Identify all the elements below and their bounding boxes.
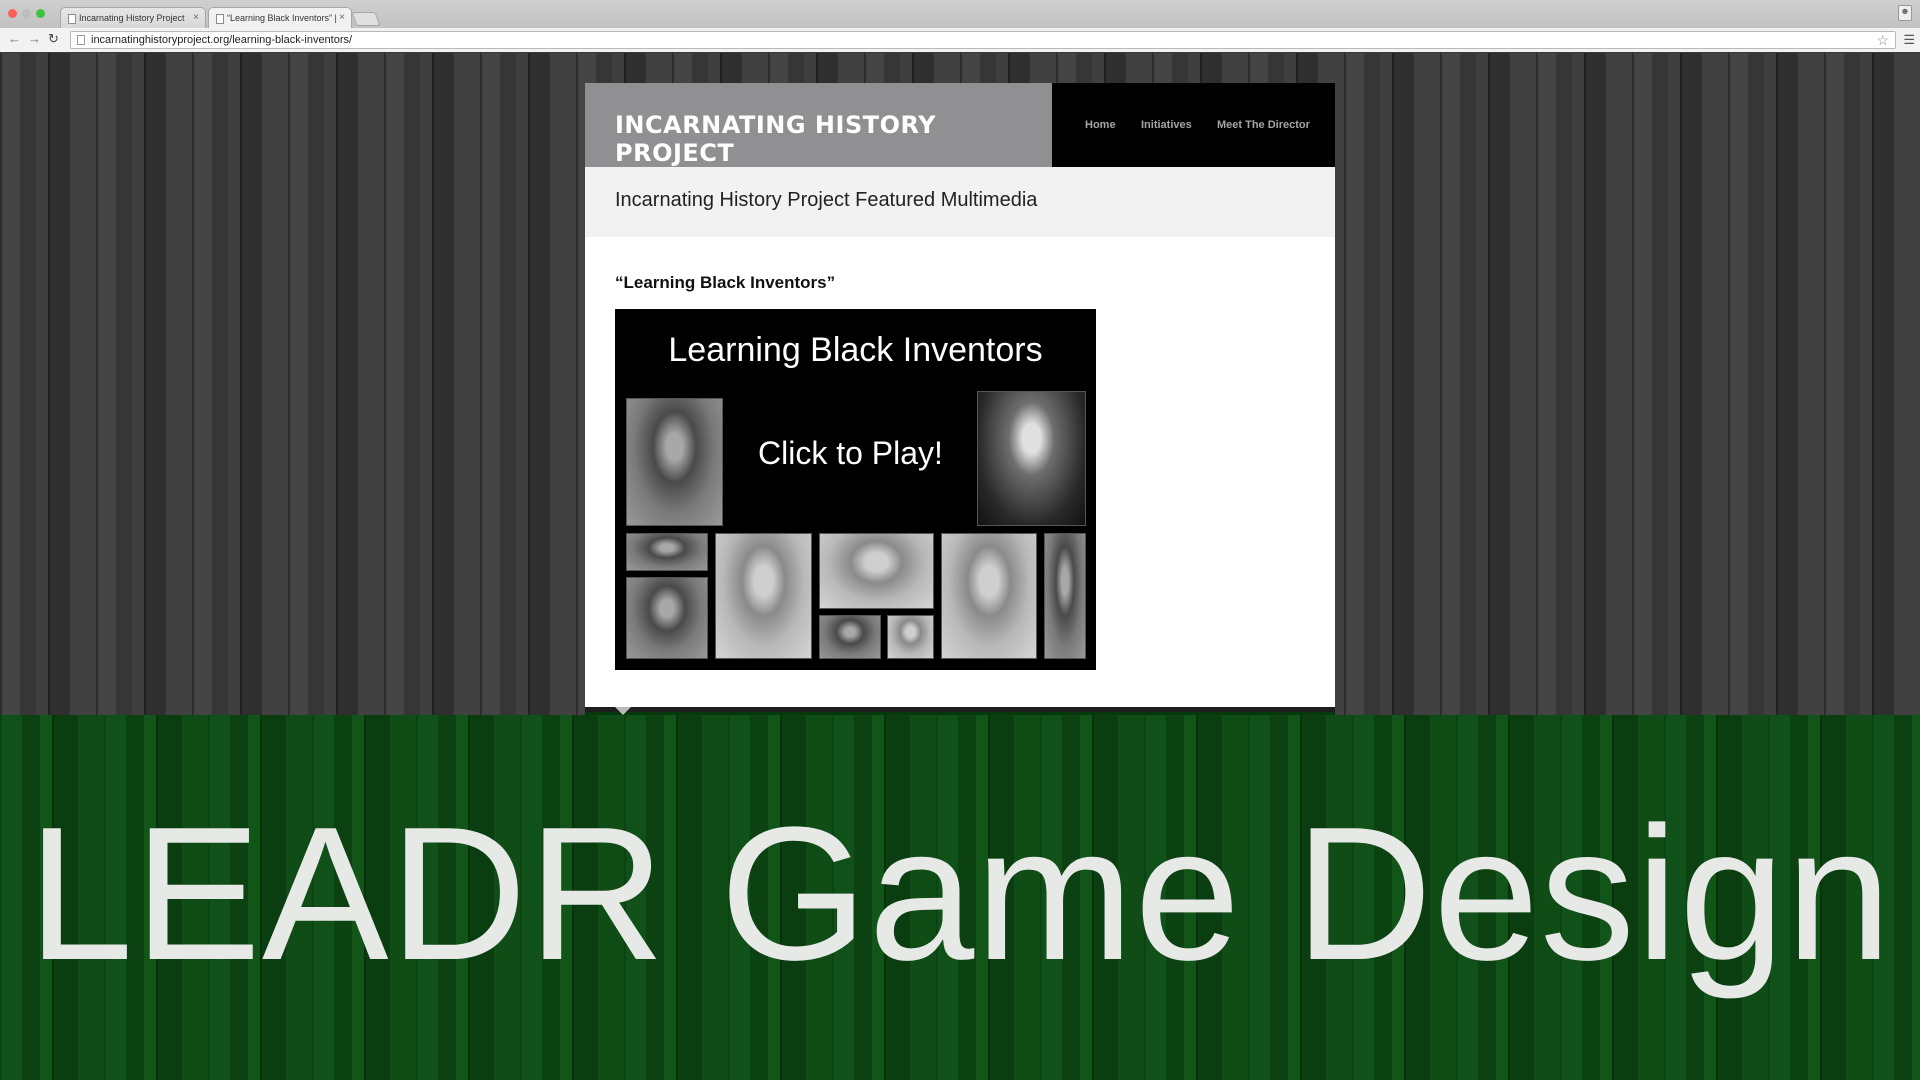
site-title-box: INCARNATING HISTORY PROJECT [585,83,1052,167]
reload-icon[interactable]: ↻ [48,31,59,47]
page-icon [216,14,224,24]
site-header: INCARNATING HISTORY PROJECT Home Initiat… [585,83,1335,167]
tab-incarnating-history[interactable]: Incarnating History Project × [60,7,206,28]
close-tab-icon[interactable]: × [339,12,345,23]
close-tab-icon[interactable]: × [193,12,199,23]
minimize-window-button[interactable] [22,9,31,18]
page-icon [68,14,76,24]
portrait-photo [977,391,1086,526]
portrait-photo [887,615,934,659]
page-icon [77,35,85,45]
portrait-photo [1044,533,1086,659]
address-bar[interactable]: incarnatinghistoryproject.org/learning-b… [70,31,1896,49]
portrait-photo [819,615,881,659]
title-banner: LEADR Game Design [0,715,1920,1080]
portrait-photo [941,533,1037,659]
back-icon[interactable]: ← [8,31,21,46]
post-title: “Learning Black Inventors” [615,273,836,292]
play-label[interactable]: Click to Play! [758,435,943,472]
portrait-photo [715,533,812,659]
nav-link-meet-the-director[interactable]: Meet The Director [1217,119,1310,131]
tab-title: Incarnating History Project [79,13,185,23]
tab-title: “Learning Black Inventors” | [227,13,337,23]
video-title: Learning Black Inventors [668,331,1043,369]
portrait-photo [819,533,934,609]
navigation-bar: ← → ↻ incarnatinghistoryproject.org/lear… [0,28,1920,52]
portrait-photo [626,398,723,526]
nav-link-home[interactable]: Home [1085,119,1116,131]
close-window-button[interactable] [8,9,17,18]
banner-title: LEADR Game Design [27,788,1893,1000]
page-heading: Incarnating History Project Featured Mul… [615,189,1038,211]
caret-down-icon [615,707,631,715]
browser-chrome: Incarnating History Project × “Learning … [0,0,1920,52]
tab-learning-black-inventors[interactable]: “Learning Black Inventors” | × [208,7,352,28]
portrait-photo [626,577,708,659]
website: INCARNATING HISTORY PROJECT Home Initiat… [585,83,1335,743]
bookmark-star-icon[interactable]: ☆ [1876,32,1889,49]
new-tab-button[interactable] [351,12,381,26]
menu-icon[interactable]: ☰ [1903,32,1915,48]
tab-bar: Incarnating History Project × “Learning … [0,0,1920,28]
profile-icon[interactable]: ☻ [1898,5,1912,21]
nav-link-initiatives[interactable]: Initiatives [1141,119,1192,131]
url-text: incarnatinghistoryproject.org/learning-b… [91,34,353,46]
portrait-photo [626,533,708,571]
video-thumbnail[interactable]: Learning Black Inventors Click to Play! [615,309,1096,670]
site-title[interactable]: INCARNATING HISTORY PROJECT [615,111,1052,167]
maximize-window-button[interactable] [36,9,45,18]
forward-icon[interactable]: → [28,31,41,46]
